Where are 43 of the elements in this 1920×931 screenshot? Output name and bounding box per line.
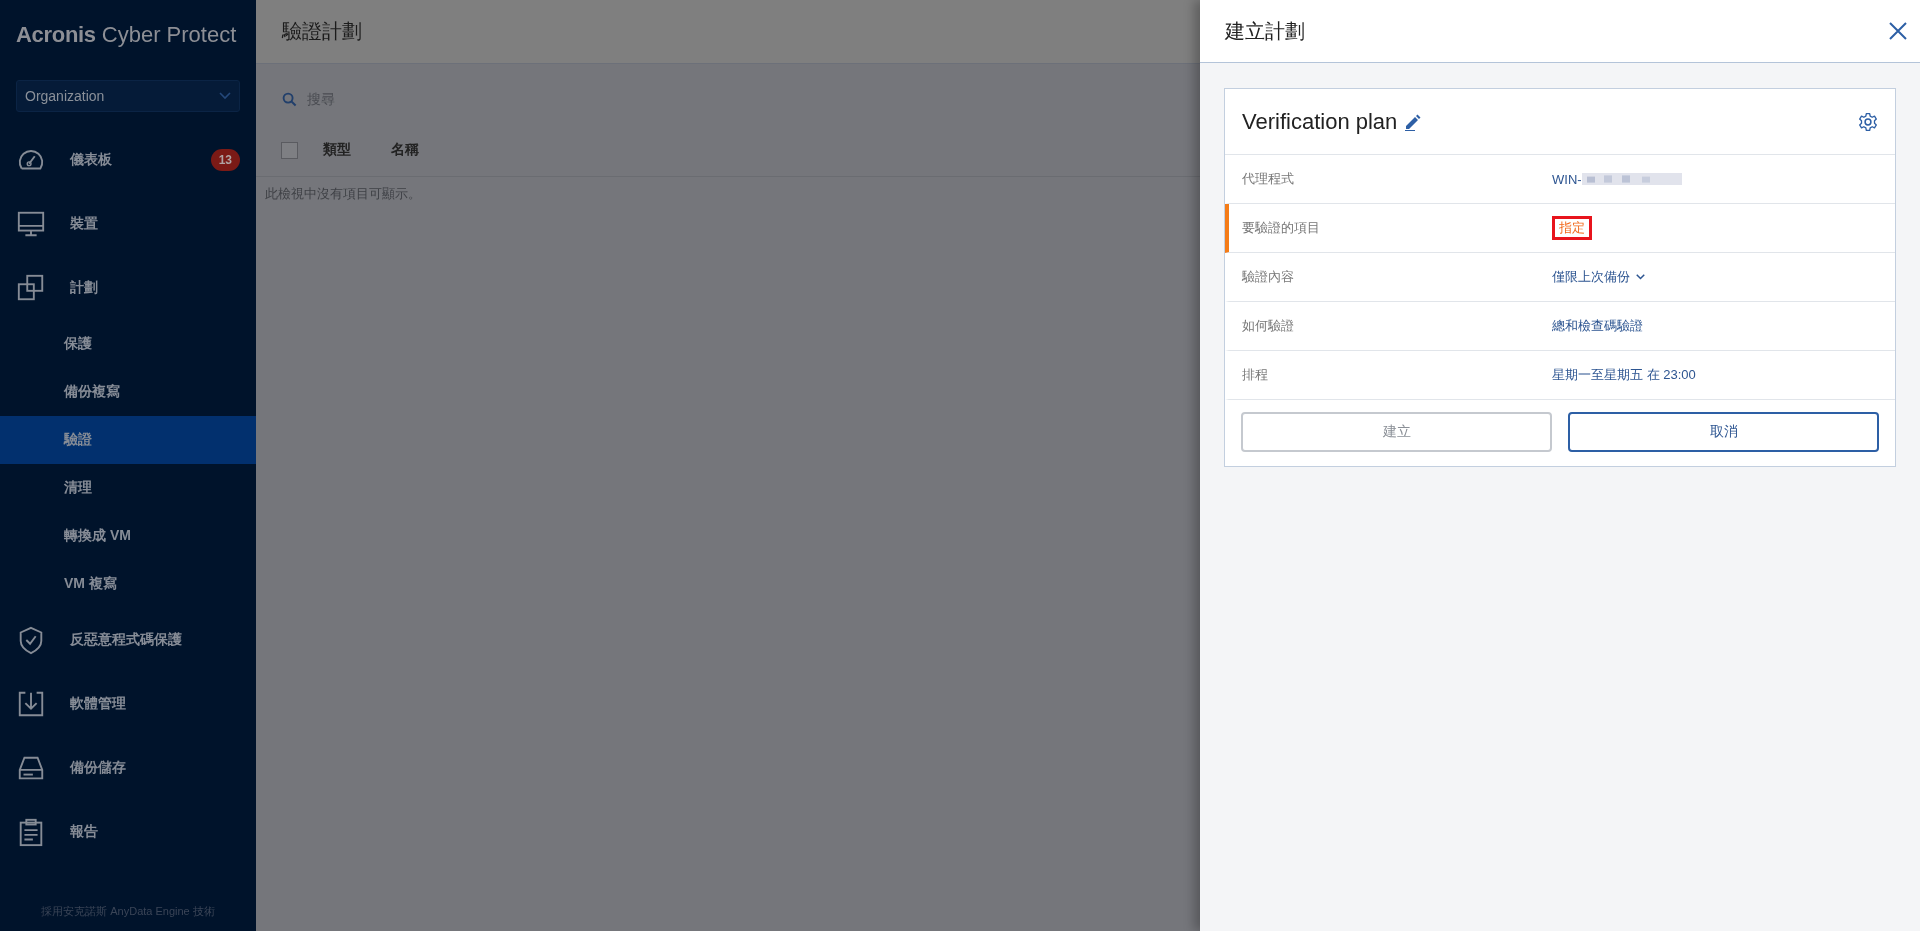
nav-subitem[interactable]: 備份複寫: [0, 368, 256, 416]
nav-item[interactable]: 備份儲存: [0, 736, 256, 800]
settings-icon[interactable]: [1858, 111, 1878, 132]
chevron-down-icon: [1636, 274, 1645, 280]
specify-link[interactable]: 指定: [1552, 216, 1592, 240]
nav-item[interactable]: 報告: [0, 800, 256, 864]
setting-label: 代理程式: [1242, 170, 1295, 188]
organization-dropdown[interactable]: Organization: [16, 80, 240, 112]
pencil-icon[interactable]: [1403, 112, 1422, 131]
page-title: 驗證計劃: [282, 19, 362, 44]
setting-label: 如何驗證: [1242, 317, 1295, 335]
setting-label: 驗證內容: [1242, 268, 1295, 286]
monitor-icon: [16, 209, 46, 239]
setting-label: 排程: [1242, 366, 1269, 384]
action-button[interactable]: 取消: [1568, 412, 1879, 452]
setting-label: 要驗證的項目: [1242, 219, 1321, 237]
panel-title: 建立計劃: [1225, 18, 1305, 44]
plan-name: Verification plan: [1242, 108, 1398, 135]
select-all-checkbox[interactable]: [281, 141, 298, 159]
nav-item[interactable]: 反惡意程式碼保護: [0, 608, 256, 672]
column-header[interactable]: 名稱: [391, 141, 419, 159]
nav-subitem[interactable]: 轉換成 VM: [0, 512, 256, 560]
search-icon: [282, 91, 297, 107]
scope-dropdown[interactable]: 僅限上次備份: [1552, 268, 1645, 286]
agent-link[interactable]: WIN-: [1552, 171, 1582, 187]
setting-link[interactable]: 總和檢查碼驗證: [1552, 317, 1643, 335]
nav-subitem[interactable]: 驗證: [0, 416, 256, 464]
nav-subitem[interactable]: 保護: [0, 320, 256, 368]
nav-item[interactable]: 計劃: [0, 256, 256, 320]
tray-arrow-icon: [16, 689, 46, 719]
nav-item[interactable]: 軟體管理: [0, 672, 256, 736]
logo-product: Cyber Protect: [101, 22, 237, 48]
chevron-down-icon: [219, 92, 231, 100]
count-badge: 13: [210, 149, 240, 171]
setting-link[interactable]: 星期一至星期五 在 23:00: [1552, 366, 1696, 384]
nav-subitem[interactable]: VM 複寫: [0, 560, 256, 608]
column-header[interactable]: 類型: [323, 141, 351, 159]
nav-item[interactable]: 裝置: [0, 192, 256, 256]
overlapping-squares-icon: [16, 273, 46, 303]
logo-brand: Acronis: [16, 22, 96, 48]
nav-item[interactable]: 儀表板 13: [0, 128, 256, 192]
nav-subitem[interactable]: 清理: [0, 464, 256, 512]
close-icon[interactable]: [1888, 21, 1908, 41]
